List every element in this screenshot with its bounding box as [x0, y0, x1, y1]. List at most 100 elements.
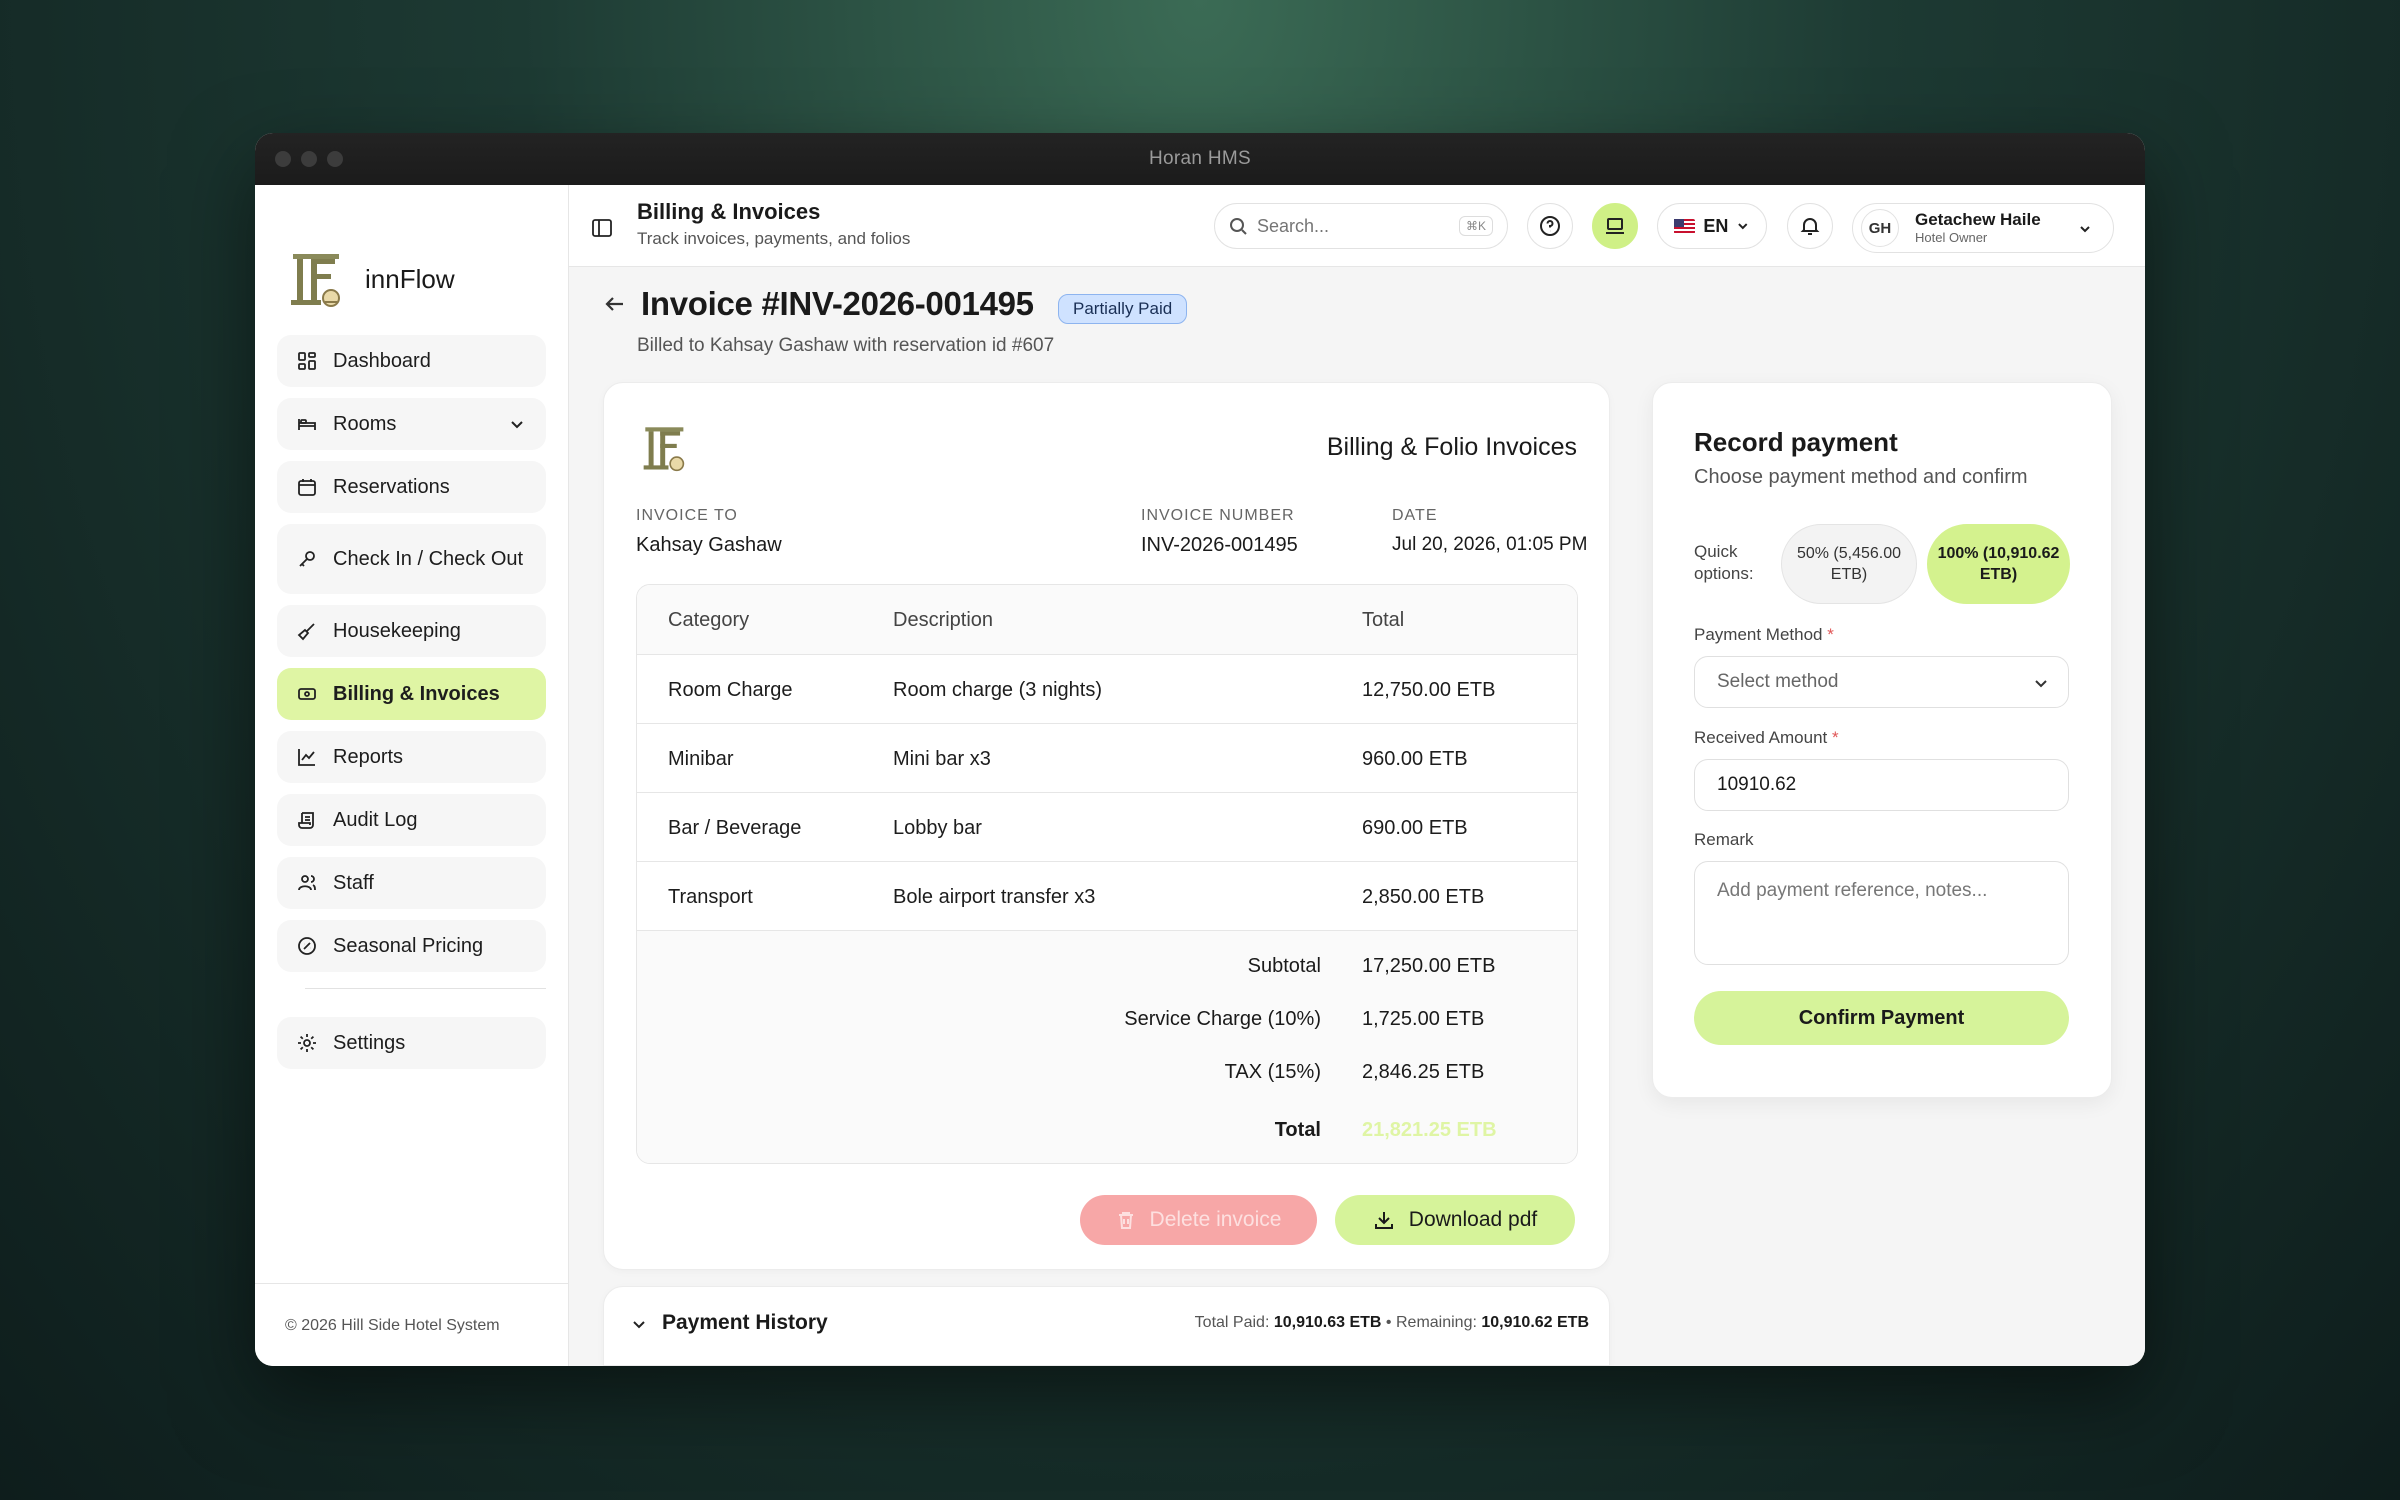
- chevron-down-icon: [2080, 226, 2090, 233]
- tax-row: TAX (15%) 2,846.25 ETB: [637, 1061, 1577, 1091]
- remaining-label: Remaining:: [1395, 1314, 1477, 1331]
- minimize-window-button[interactable]: [301, 151, 317, 167]
- help-button[interactable]: [1527, 203, 1573, 249]
- back-arrow-icon[interactable]: [603, 292, 627, 316]
- payment-method-label-text: Payment Method: [1694, 625, 1823, 644]
- download-pdf-button[interactable]: Download pdf: [1335, 1195, 1575, 1245]
- user-role: Hotel Owner: [1915, 230, 1988, 245]
- sidebar-divider: [305, 988, 546, 989]
- cell-category: Transport: [668, 886, 753, 908]
- chart-line-icon: [298, 749, 315, 766]
- brand[interactable]: innFlow: [255, 185, 568, 335]
- invoice-card: Billing & Folio Invoices INVOICE TO Kahs…: [603, 382, 1610, 1270]
- received-amount-label: Received Amount *: [1694, 728, 1839, 748]
- sidebar-item-label: Reservations: [333, 475, 450, 498]
- column-total: Total: [1362, 609, 1405, 631]
- sidebar-item-label: Dashboard: [333, 349, 431, 372]
- chevron-down-icon: [1738, 223, 1748, 230]
- sidebar-item-settings[interactable]: Settings: [277, 1017, 546, 1069]
- user-menu[interactable]: GH Getachew Haile Hotel Owner: [1852, 203, 2114, 253]
- brand-name: innFlow: [365, 263, 455, 294]
- payment-method-value: Select method: [1717, 671, 1839, 692]
- chevron-down-icon[interactable]: [630, 1315, 648, 1333]
- sidebar-item-dashboard[interactable]: Dashboard: [277, 335, 546, 387]
- search-box[interactable]: ⌘K: [1214, 203, 1508, 249]
- gear-icon: [298, 1034, 316, 1052]
- sidebar-item-rooms[interactable]: Rooms: [277, 398, 546, 450]
- invoice-title: Invoice #INV-2026-001495: [641, 285, 1034, 322]
- date-label: DATE: [1392, 507, 1438, 524]
- delete-invoice-button[interactable]: Delete invoice: [1080, 1195, 1317, 1245]
- hotel-logo-icon: [643, 427, 685, 472]
- avatar: GH: [1861, 209, 1899, 247]
- sidebar-toggle-icon[interactable]: [591, 217, 613, 239]
- page-subtitle: Track invoices, payments, and folios: [637, 229, 911, 248]
- help-icon: [1540, 216, 1560, 236]
- grand-total-row: Total 21,821.25 ETB: [637, 1119, 1577, 1149]
- language-label: EN: [1703, 215, 1729, 236]
- window-title: Horan HMS: [1149, 148, 1251, 169]
- sidebar-item-reservations[interactable]: Reservations: [277, 461, 546, 513]
- cell-category: Minibar: [668, 748, 734, 770]
- total-paid-value: 10,910.63 ETB: [1273, 1314, 1382, 1331]
- cell-description: Bole airport transfer x3: [893, 886, 1096, 908]
- required-mark: *: [1827, 625, 1834, 644]
- key-icon: [299, 551, 315, 567]
- payment-history-panel[interactable]: Payment History Total Paid: 10,910.63 ET…: [603, 1286, 1610, 1366]
- quick-option-100-button[interactable]: 100% (10,910.62 ETB): [1927, 524, 2070, 604]
- notifications-button[interactable]: [1787, 203, 1833, 249]
- remark-label: Remark: [1694, 830, 1754, 849]
- table-row: Room Charge Room charge (3 nights) 12,75…: [637, 655, 1577, 724]
- remark-textarea[interactable]: Add payment reference, notes...: [1694, 861, 2069, 965]
- sidebar-item-seasonal-pricing[interactable]: Seasonal Pricing: [277, 920, 546, 972]
- confirm-payment-button[interactable]: Confirm Payment: [1694, 991, 2069, 1045]
- grand-total-value: 21,821.25 ETB: [1362, 1119, 1497, 1141]
- cell-description: Room charge (3 nights): [893, 679, 1102, 701]
- maximize-window-button[interactable]: [327, 151, 343, 167]
- page-title: Billing & Invoices: [637, 199, 821, 224]
- sidebar-item-check-in-out[interactable]: Check In / Check Out: [277, 524, 546, 594]
- sidebar-item-label: Check In / Check Out: [333, 548, 524, 570]
- tax-label: TAX (15%): [1224, 1061, 1321, 1083]
- status-badge: Partially Paid: [1058, 294, 1188, 324]
- sidebar-item-housekeeping[interactable]: Housekeeping: [277, 605, 546, 657]
- cell-category: Bar / Beverage: [668, 817, 802, 839]
- record-payment-title: Record payment: [1694, 427, 1898, 457]
- billed-to-text: Billed to Kahsay Gashaw with reservation…: [637, 335, 1055, 356]
- service-charge-value: 1,725.00 ETB: [1362, 1008, 1485, 1030]
- pricing-icon: [298, 937, 316, 955]
- laptop-icon: [1606, 218, 1624, 234]
- sidebar-item-label: Reports: [333, 745, 404, 768]
- sidebar-item-reports[interactable]: Reports: [277, 731, 546, 783]
- payment-method-label: Payment Method *: [1694, 625, 1834, 645]
- sidebar-item-label: Billing & Invoices: [333, 682, 500, 705]
- quick-option-50-button[interactable]: 50% (5,456.00 ETB): [1781, 524, 1917, 604]
- table-row: Minibar Mini bar x3 960.00 ETB: [637, 724, 1577, 793]
- dashboard-icon: [298, 352, 316, 370]
- close-window-button[interactable]: [275, 151, 291, 167]
- received-amount-input[interactable]: 10910.62: [1694, 759, 2069, 811]
- subtotal-value: 17,250.00 ETB: [1362, 955, 1496, 977]
- broom-icon: [297, 623, 315, 641]
- sidebar-item-audit-log[interactable]: Audit Log: [277, 794, 546, 846]
- language-select[interactable]: EN: [1657, 203, 1767, 249]
- cell-total: 2,850.00 ETB: [1362, 886, 1485, 908]
- app-body: innFlow Dashboard Rooms Reservations Che…: [255, 185, 2145, 1366]
- user-info: Getachew Haile Hotel Owner: [1915, 210, 2041, 246]
- sidebar-item-label: Staff: [333, 871, 374, 894]
- us-flag-icon: [1674, 218, 1696, 234]
- total-paid-label: Total Paid:: [1194, 1314, 1270, 1331]
- remaining-value: 10,910.62 ETB: [1481, 1314, 1589, 1331]
- table-header: Category Description Total: [637, 585, 1577, 655]
- chevron-down-icon[interactable]: [508, 415, 526, 433]
- sidebar-item-billing[interactable]: Billing & Invoices: [277, 668, 546, 720]
- search-input[interactable]: [1257, 215, 1437, 237]
- tax-value: 2,846.25 ETB: [1362, 1061, 1485, 1083]
- banknote-icon: [298, 688, 316, 700]
- download-icon: [1374, 1212, 1393, 1229]
- pos-mode-button[interactable]: [1592, 203, 1638, 249]
- sidebar-item-label: Seasonal Pricing: [333, 934, 484, 957]
- invoice-items-table: Category Description Total Room Charge R…: [636, 584, 1578, 1164]
- payment-method-select[interactable]: Select method: [1694, 656, 2069, 708]
- sidebar-item-staff[interactable]: Staff: [277, 857, 546, 909]
